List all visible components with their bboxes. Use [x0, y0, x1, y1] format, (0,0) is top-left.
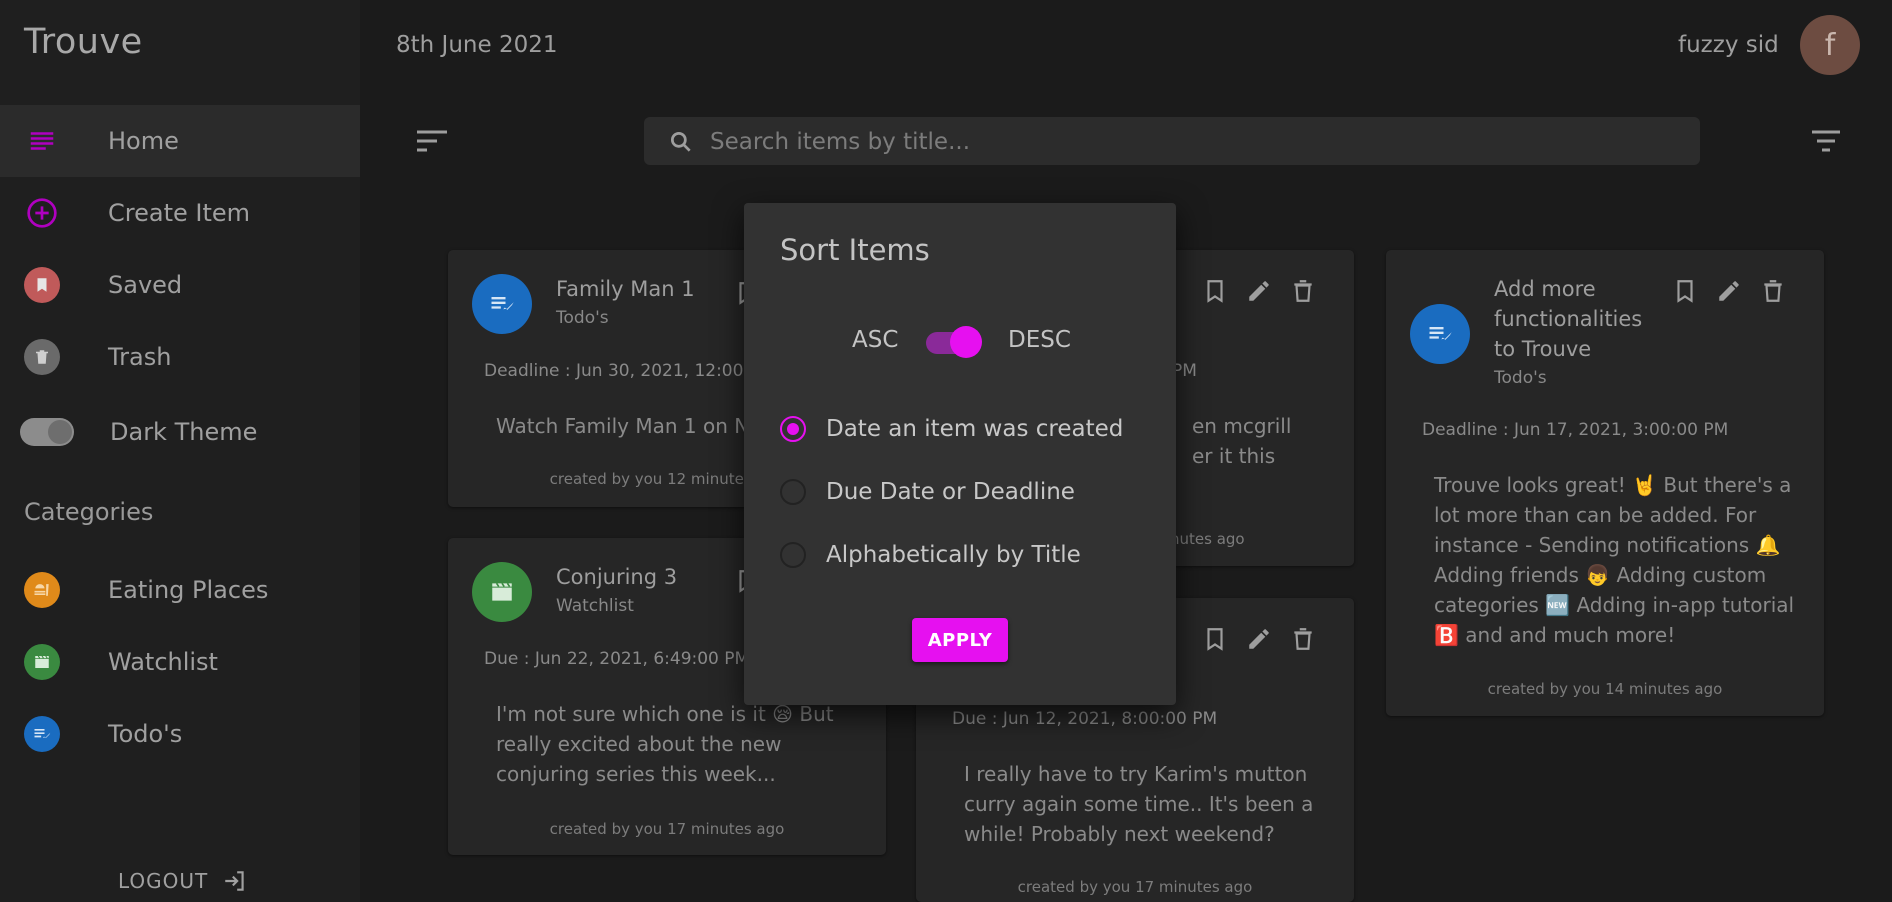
- filter-icon: [1812, 130, 1840, 152]
- desc-label: DESC: [1008, 327, 1071, 353]
- sort-icon: [417, 130, 447, 152]
- edit-icon[interactable]: [1246, 626, 1272, 652]
- logout-icon: [225, 871, 244, 891]
- trash-icon[interactable]: [1290, 626, 1316, 652]
- logout-label: LOGOUT: [118, 869, 209, 893]
- card-body: Trouve looks great! 🤘 But there's a lot …: [1434, 473, 1795, 647]
- search-icon: [670, 131, 691, 152]
- sidebar-item-create[interactable]: Create Item: [0, 177, 360, 249]
- search-input[interactable]: [708, 125, 1672, 159]
- checklist-icon: [1410, 304, 1470, 364]
- sidebar: Trouve Home Create Item Saved Trash Dark…: [0, 0, 360, 902]
- fastfood-icon: [24, 572, 60, 608]
- bookmark-icon: [24, 267, 60, 303]
- card-created: created by you 14 minutes ago: [1487, 680, 1723, 698]
- sort-dialog: Sort Items ASC DESC Date an item was cre…: [744, 203, 1176, 705]
- sort-option-created[interactable]: Date an item was created: [780, 414, 1123, 444]
- sidebar-item-label: Create Item: [108, 199, 251, 227]
- card-category: Todo's: [1494, 368, 1547, 388]
- card-title: Conjuring 3: [556, 565, 678, 589]
- card-actions: [1202, 626, 1316, 652]
- sidebar-item-trash[interactable]: Trash: [0, 321, 360, 393]
- radio-label: Due Date or Deadline: [826, 479, 1075, 505]
- card-deadline: Due : Jun 12, 2021, 8:00:00 PM: [952, 709, 1218, 729]
- trash-icon[interactable]: [1760, 278, 1786, 304]
- sort-button[interactable]: [414, 128, 450, 154]
- sort-option-deadline[interactable]: Due Date or Deadline: [780, 477, 1075, 507]
- bookmark-icon[interactable]: [1672, 278, 1698, 304]
- sidebar-item-label: Home: [108, 127, 179, 155]
- trash-icon[interactable]: [1290, 278, 1316, 304]
- avatar[interactable]: f: [1800, 15, 1860, 75]
- logout-button[interactable]: LOGOUT: [118, 868, 248, 894]
- sidebar-item-saved[interactable]: Saved: [0, 249, 360, 321]
- sidebar-item-label: Trash: [108, 343, 172, 371]
- clapperboard-icon: [472, 562, 532, 622]
- card-body: er it this: [1192, 444, 1276, 468]
- search-bar: [644, 117, 1700, 165]
- card-body: I'm not sure which one is it 😪 But reall…: [496, 702, 834, 786]
- bookmark-icon[interactable]: [1202, 626, 1228, 652]
- sort-option-title[interactable]: Alphabetically by Title: [780, 540, 1081, 570]
- edit-icon[interactable]: [1246, 278, 1272, 304]
- card-title: Add more functionalities to Trouve: [1494, 277, 1643, 361]
- toggle-knob: [48, 420, 72, 444]
- radio-label: Alphabetically by Title: [826, 542, 1081, 568]
- sidebar-item-label: Eating Places: [108, 576, 269, 604]
- username: fuzzy sid: [1678, 32, 1779, 58]
- radio-button[interactable]: [780, 479, 806, 505]
- categories-heading: Categories: [24, 498, 154, 526]
- sidebar-item-watchlist[interactable]: Watchlist: [0, 626, 360, 698]
- trash-icon: [24, 339, 60, 375]
- edit-icon[interactable]: [1716, 278, 1742, 304]
- dark-theme-label: Dark Theme: [110, 418, 258, 446]
- card-deadline: Due : Jun 22, 2021, 6:49:00 PM: [484, 649, 750, 669]
- bookmark-icon[interactable]: [1202, 278, 1228, 304]
- checklist-icon: [472, 274, 532, 334]
- item-card[interactable]: Add more functionalities to Trouve Todo'…: [1386, 250, 1824, 716]
- sidebar-item-eating-places[interactable]: Eating Places: [0, 554, 360, 626]
- apply-button[interactable]: APPLY: [912, 618, 1008, 662]
- card-category: Todo's: [556, 308, 609, 328]
- sidebar-item-label: Todo's: [108, 720, 183, 748]
- card-created: nutes ago: [1170, 530, 1245, 548]
- radio-label: Date an item was created: [826, 416, 1124, 442]
- card-actions: [1672, 278, 1786, 304]
- checklist-icon: [24, 716, 60, 752]
- card-body: en mcgrill: [1192, 414, 1292, 438]
- asc-label: ASC: [852, 327, 899, 353]
- dark-theme-toggle[interactable]: [20, 418, 74, 446]
- list-icon: [24, 123, 60, 159]
- dialog-title: Sort Items: [780, 233, 930, 267]
- sidebar-item-todos[interactable]: Todo's: [0, 698, 360, 770]
- radio-button[interactable]: [780, 416, 806, 442]
- card-created: created by you 17 minutes ago: [1017, 878, 1253, 896]
- sidebar-item-label: Watchlist: [108, 648, 218, 676]
- current-date: 8th June 2021: [396, 32, 558, 58]
- card-deadline: Deadline : Jun 17, 2021, 3:00:00 PM: [1422, 420, 1729, 440]
- app-logo: Trouve: [24, 22, 143, 62]
- card-category: Watchlist: [556, 596, 634, 616]
- sidebar-item-home[interactable]: Home: [0, 105, 360, 177]
- radio-button[interactable]: [780, 542, 806, 568]
- clapperboard-icon: [24, 644, 60, 680]
- card-body: I really have to try Karim's mutton curr…: [964, 762, 1314, 846]
- card-created: created by you 17 minutes ago: [549, 820, 785, 838]
- card-title: Family Man 1: [556, 277, 695, 301]
- card-actions: [1202, 278, 1316, 304]
- add-circle-icon: [24, 195, 60, 231]
- sort-order-toggle-knob[interactable]: [950, 326, 982, 358]
- sidebar-item-label: Saved: [108, 271, 183, 299]
- filter-button[interactable]: [1808, 128, 1844, 154]
